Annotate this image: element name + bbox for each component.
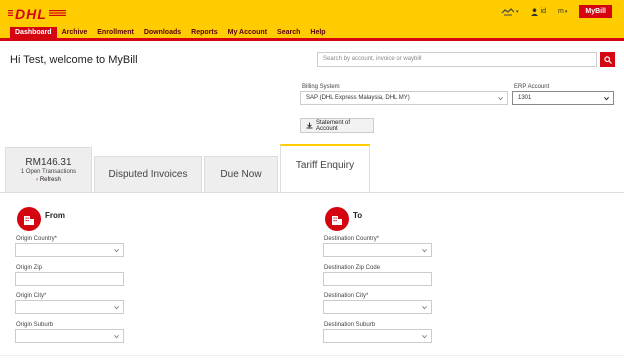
billing-system-select[interactable]: SAP (DHL Express Malaysia, DHL MY)	[300, 91, 508, 105]
refresh-link[interactable]: › Refresh	[36, 177, 61, 183]
building-icon	[325, 207, 349, 231]
to-heading: To	[353, 211, 363, 220]
erp-account-value: 1301	[518, 95, 532, 101]
origin-zip-label: Origin Zip	[16, 265, 43, 271]
download-icon	[306, 122, 313, 129]
chevron-down-icon	[422, 305, 427, 310]
origin-suburb-select[interactable]	[15, 329, 124, 343]
chevron-down-icon	[422, 248, 427, 253]
user-label: id	[540, 8, 547, 15]
search-icon	[603, 55, 612, 64]
mybill-button[interactable]: MyBill	[579, 5, 612, 18]
search-input[interactable]: Search by account, invoice or waybill	[317, 52, 597, 67]
chevron-down-icon	[604, 96, 609, 101]
chevron-down-icon	[498, 96, 503, 101]
origin-suburb-label: Origin Suburb	[16, 322, 54, 328]
chevron-down-icon	[114, 305, 119, 310]
from-heading: From	[45, 211, 65, 220]
tab-disputed-invoices-label: Disputed Invoices	[108, 169, 188, 180]
tab-tariff-enquiry[interactable]: Tariff Enquiry	[280, 144, 370, 193]
origin-city-select[interactable]	[15, 300, 124, 314]
user-menu[interactable]: id	[530, 7, 547, 16]
destination-zip-label: Destination Zip Code	[324, 265, 381, 271]
welcome-heading: Hi Test, welcome to MyBill	[10, 54, 138, 66]
footer-divider	[0, 355, 624, 356]
erp-account-select[interactable]: 1301	[512, 91, 614, 105]
open-transactions-count: 1 Open Transactions	[20, 169, 77, 175]
destination-country-label: Destination Country*	[324, 236, 380, 242]
destination-suburb-select[interactable]	[323, 329, 432, 343]
destination-country-select[interactable]	[323, 243, 432, 257]
destination-suburb-label: Destination Suburb	[324, 322, 376, 328]
destination-city-select[interactable]	[323, 300, 432, 314]
balance-amount: RM146.31	[25, 157, 72, 168]
statement-of-account-label: Statement of Account	[316, 119, 351, 132]
dhl-logo[interactable]: DHL	[13, 6, 49, 22]
tab-due-now-label: Due Now	[220, 169, 262, 180]
building-icon	[17, 207, 41, 231]
origin-country-label: Origin Country*	[16, 236, 58, 242]
header-divider	[0, 38, 624, 41]
search-button[interactable]	[600, 52, 615, 67]
destination-zip-input[interactable]	[323, 272, 432, 286]
refresh-arrow-icon: ›	[36, 177, 39, 183]
handshake-icon[interactable]: ▾	[501, 7, 519, 16]
tabs-baseline	[0, 192, 624, 193]
chevron-down-icon	[422, 334, 427, 339]
origin-country-select[interactable]	[15, 243, 124, 257]
language-label: m	[558, 8, 564, 15]
chevron-down-icon	[114, 334, 119, 339]
chevron-down-icon	[114, 248, 119, 253]
tab-tariff-enquiry-label: Tariff Enquiry	[295, 160, 355, 171]
tab-balance[interactable]: RM146.31 1 Open Transactions › Refresh	[5, 147, 92, 192]
statement-of-account-button[interactable]: Statement of Account	[300, 118, 374, 133]
refresh-label: Refresh	[39, 177, 61, 183]
billing-system-label: Billing System	[302, 84, 340, 90]
erp-account-label: ERP Account	[514, 84, 550, 90]
tab-disputed-invoices[interactable]: Disputed Invoices	[94, 156, 202, 192]
origin-zip-input[interactable]	[15, 272, 124, 286]
destination-city-label: Destination City*	[324, 293, 369, 299]
tab-due-now[interactable]: Due Now	[204, 156, 278, 192]
user-icon	[530, 7, 538, 16]
language-menu[interactable]: m ▾	[558, 8, 567, 15]
billing-system-value: SAP (DHL Express Malaysia, DHL MY)	[306, 95, 410, 101]
origin-city-label: Origin City*	[16, 293, 47, 299]
